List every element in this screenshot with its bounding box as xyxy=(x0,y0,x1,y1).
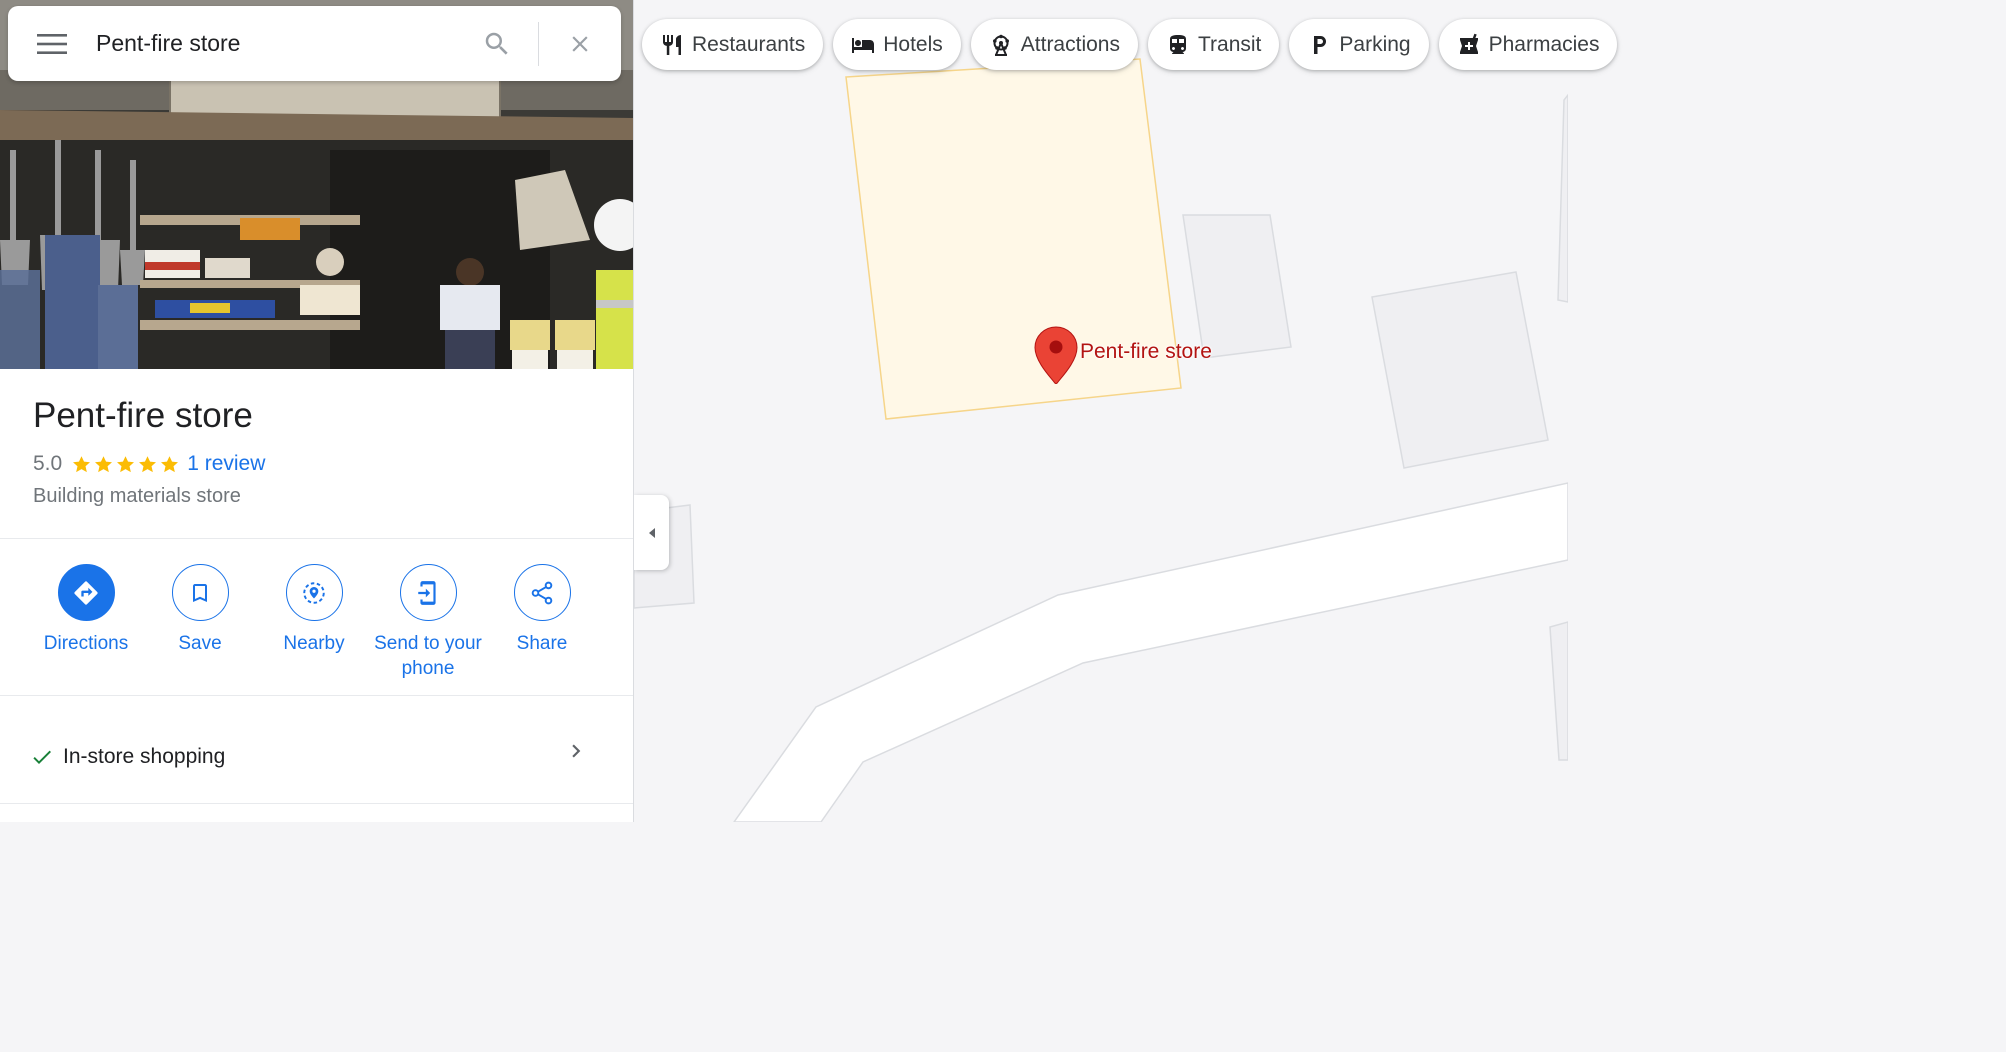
action-buttons: Directions Save Nearby Send to your phon… xyxy=(29,564,599,681)
category-chips: Restaurants Hotels Attractions Transit P… xyxy=(642,19,1618,71)
reviews-link[interactable]: 1 review xyxy=(187,452,265,476)
hamburger-menu-icon xyxy=(37,33,67,54)
close-icon xyxy=(572,35,588,52)
share-icon xyxy=(531,581,553,604)
directions-icon xyxy=(74,580,98,605)
send-to-phone-button[interactable]: Send to your phone xyxy=(371,564,485,681)
feature-in-store-shopping[interactable]: In-store shopping xyxy=(0,718,633,796)
chip-label: Transit xyxy=(1197,32,1262,56)
chip-label: Parking xyxy=(1339,32,1411,56)
marker-label[interactable]: Pent-fire store xyxy=(1080,340,1212,364)
chevron-right-icon[interactable] xyxy=(563,738,589,764)
send-to-phone-circle[interactable] xyxy=(399,564,457,621)
divider xyxy=(0,695,633,696)
action-label: Directions xyxy=(43,633,129,654)
nearby-icon xyxy=(303,581,325,604)
search-button[interactable] xyxy=(456,6,538,81)
action-label: Nearby xyxy=(283,633,345,654)
star-icon xyxy=(139,455,157,472)
search-icon xyxy=(485,32,508,55)
chip-label: Pharmacies xyxy=(1488,32,1600,56)
rating-row: 5.0 1 review xyxy=(33,452,265,476)
action-label: Share xyxy=(516,633,568,654)
search-input[interactable] xyxy=(96,23,456,64)
fork-knife-icon xyxy=(663,34,681,55)
train-icon xyxy=(1169,34,1186,54)
star-icon xyxy=(73,455,91,472)
share-circle[interactable] xyxy=(513,564,571,621)
feature-label: In-store shopping xyxy=(63,745,226,768)
chip-label: Hotels xyxy=(883,32,943,56)
place-category[interactable]: Building materials store xyxy=(33,485,241,508)
place-title: Pent-fire store xyxy=(33,396,253,435)
chip-transit[interactable]: Transit xyxy=(1147,19,1280,70)
search-box xyxy=(8,6,621,81)
map-canvas[interactable]: Pent-fire store xyxy=(634,0,1568,822)
building xyxy=(1549,621,1568,761)
chip-attractions[interactable]: Attractions xyxy=(970,19,1138,70)
place-marker-icon[interactable] xyxy=(1034,326,1078,384)
building xyxy=(1371,271,1549,469)
place-panel: Pent-fire store 5.0 1 review Building ma… xyxy=(0,0,634,822)
share-button[interactable]: Share xyxy=(485,564,599,681)
parking-icon xyxy=(1314,35,1327,54)
save-button[interactable]: Save xyxy=(143,564,257,681)
nearby-circle[interactable] xyxy=(285,564,343,621)
chip-restaurants[interactable]: Restaurants xyxy=(642,19,824,70)
chip-label: Attractions xyxy=(1020,32,1120,56)
building xyxy=(1557,93,1568,303)
rating-value: 5.0 xyxy=(33,452,63,475)
place-highlight-area xyxy=(845,58,1182,420)
collapse-panel-button[interactable] xyxy=(634,495,669,570)
ferris-wheel-icon xyxy=(992,34,1009,56)
directions-button[interactable]: Directions xyxy=(29,564,143,681)
star-icon xyxy=(161,455,179,472)
action-label: Save xyxy=(178,633,222,654)
bed-icon xyxy=(852,37,875,53)
send-to-phone-icon xyxy=(418,580,436,605)
divider xyxy=(0,538,633,539)
star-icon xyxy=(117,455,135,472)
action-label: Send to your phone xyxy=(374,633,482,679)
caret-left-icon xyxy=(648,527,655,538)
save-circle[interactable] xyxy=(171,564,229,621)
chip-hotels[interactable]: Hotels xyxy=(833,19,961,70)
map-base xyxy=(634,58,1568,822)
pharmacy-icon xyxy=(1459,33,1478,54)
directions-circle[interactable] xyxy=(57,564,115,621)
star-icon xyxy=(95,455,113,472)
clear-search-button[interactable] xyxy=(539,6,621,81)
menu-button[interactable] xyxy=(8,6,96,81)
divider xyxy=(0,803,633,804)
road xyxy=(733,482,1568,822)
nearby-button[interactable]: Nearby xyxy=(257,564,371,681)
chip-label: Restaurants xyxy=(692,32,806,56)
checkmark-icon xyxy=(33,750,51,764)
chip-parking[interactable]: Parking xyxy=(1289,19,1429,70)
chip-pharmacies[interactable]: Pharmacies xyxy=(1438,19,1618,70)
bookmark-icon xyxy=(193,583,207,602)
rating-stars xyxy=(71,454,180,475)
building xyxy=(1182,214,1292,359)
